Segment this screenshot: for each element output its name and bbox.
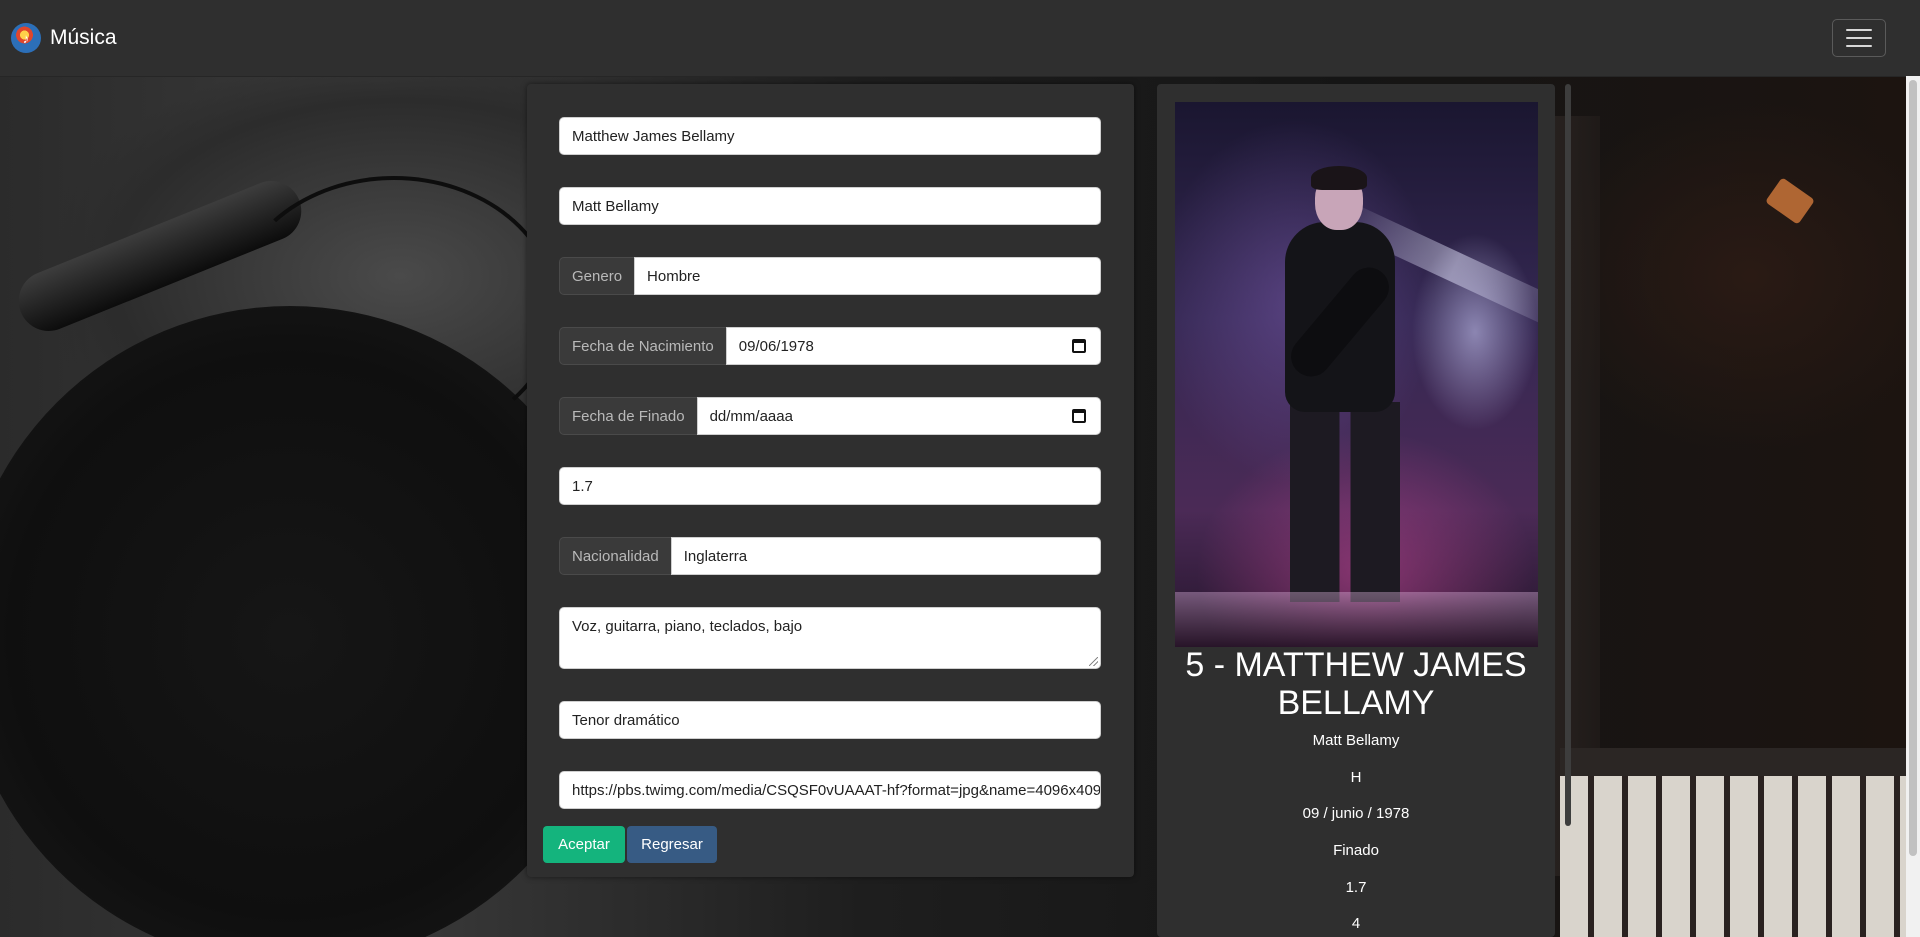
resize-handle-icon[interactable]	[1089, 657, 1098, 666]
birth-date-input[interactable]: 09/06/1978	[725, 327, 1101, 365]
birth-date-group: Fecha de Nacimiento 09/06/1978	[559, 327, 1101, 365]
hamburger-menu-icon	[1846, 45, 1872, 47]
music-note-icon: ♪	[11, 23, 41, 53]
page-scrollbar-thumb[interactable]	[1909, 80, 1917, 856]
hamburger-menu-icon	[1846, 37, 1872, 39]
profile-scrollbar[interactable]	[1565, 84, 1571, 826]
background-keyboard-panel	[1560, 748, 1920, 778]
profile-stage-name: Matt Bellamy	[1312, 732, 1400, 749]
profile-height: 1.7	[1345, 879, 1367, 896]
nationality-value: Inglaterra	[683, 547, 748, 565]
image-url-input[interactable]: https://pbs.twimg.com/media/CSQSF0vUAAAT…	[559, 771, 1101, 809]
profile-count: 4	[1351, 915, 1361, 932]
photo-figure-legs	[1290, 402, 1400, 602]
brand-name: Música	[50, 26, 117, 49]
gender-group: Genero Hombre	[559, 257, 1101, 295]
hamburger-menu-icon	[1846, 29, 1872, 31]
instruments-value: Voz, guitarra, piano, teclados, bajo	[572, 618, 803, 635]
death-date-value: dd/mm/aaaa	[709, 407, 793, 425]
instruments-textarea[interactable]: Voz, guitarra, piano, teclados, bajo	[559, 607, 1101, 669]
artist-profile-card: 5 - MATTHEW JAMES BELLAMY Matt Bellamy H…	[1157, 84, 1555, 937]
navbar-toggler-button[interactable]	[1832, 19, 1886, 57]
calendar-icon[interactable]	[1072, 409, 1086, 423]
profile-gender: H	[1350, 769, 1362, 786]
nationality-label: Nacionalidad	[559, 537, 671, 575]
back-button[interactable]: Regresar	[627, 826, 717, 863]
photo-stage	[1175, 592, 1538, 647]
stage-name-input[interactable]: Matt Bellamy	[559, 187, 1101, 225]
death-date-label: Fecha de Finado	[559, 397, 697, 435]
accept-button[interactable]: Aceptar	[543, 826, 625, 863]
gender-select[interactable]: Hombre	[634, 257, 1101, 295]
death-date-input[interactable]: dd/mm/aaaa	[696, 397, 1101, 435]
profile-birth-date: 09 / junio / 1978	[1302, 805, 1410, 822]
profile-title: 5 - MATTHEW JAMES BELLAMY	[1185, 646, 1527, 722]
photo-figure-hair	[1311, 166, 1367, 190]
brand-link[interactable]: ♪ Música	[11, 23, 117, 53]
voice-type-input[interactable]: Tenor dramático	[559, 701, 1101, 739]
artist-photo	[1175, 102, 1538, 647]
artist-form: Matthew James Bellamy Matt Bellamy Gener…	[527, 84, 1134, 877]
nationality-group: Nacionalidad Inglaterra	[559, 537, 1101, 575]
calendar-icon[interactable]	[1072, 339, 1086, 353]
full-name-input[interactable]: Matthew James Bellamy	[559, 117, 1101, 155]
nationality-input[interactable]: Inglaterra	[670, 537, 1101, 575]
background-spark	[1765, 177, 1815, 225]
navbar: ♪ Música	[0, 0, 1920, 76]
height-input[interactable]: 1.7	[559, 467, 1101, 505]
death-date-group: Fecha de Finado dd/mm/aaaa	[559, 397, 1101, 435]
page-scrollbar[interactable]	[1906, 76, 1920, 937]
gender-value: Hombre	[647, 267, 701, 285]
birth-date-label: Fecha de Nacimiento	[559, 327, 726, 365]
birth-date-value: 09/06/1978	[738, 337, 814, 355]
background-keyboard	[1560, 776, 1920, 937]
profile-status: Finado	[1333, 842, 1379, 859]
gender-label: Genero	[559, 257, 635, 295]
background-cable-loop	[230, 176, 558, 444]
